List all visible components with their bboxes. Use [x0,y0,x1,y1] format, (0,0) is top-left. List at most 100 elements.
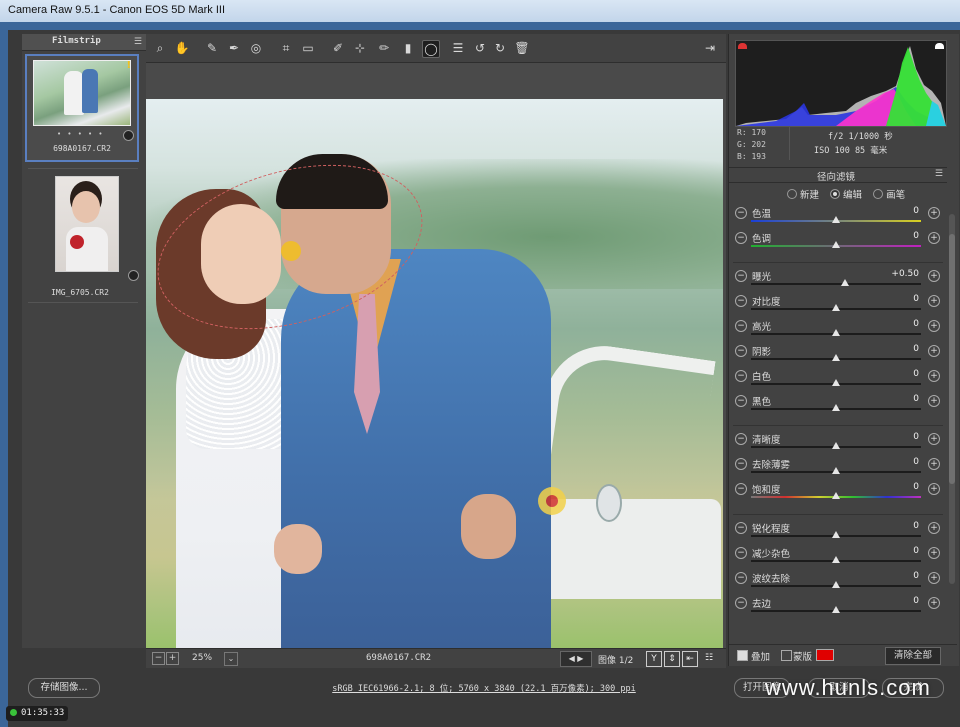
plus-icon[interactable]: + [928,522,940,534]
slider-thumb[interactable] [832,304,840,311]
slider-thumb[interactable] [832,216,840,223]
slider-value[interactable]: 0 [879,369,919,379]
minus-icon[interactable]: − [735,320,747,332]
minus-icon[interactable]: − [735,295,747,307]
scrollbar-thumb[interactable] [949,234,955,484]
fullscreen-icon[interactable]: ⇥ [702,40,718,56]
color-sampler-icon[interactable]: ✒ [226,40,242,56]
plus-icon[interactable]: + [928,232,940,244]
toggle-settings-icon[interactable]: ☷ [702,651,716,665]
zoom-icon[interactable]: ⌕ [152,40,168,56]
slider-value[interactable]: +0.50 [879,269,919,279]
image-nav-buttons[interactable]: ◀ ▶ [560,651,592,667]
plus-icon[interactable]: + [928,207,940,219]
slider-value[interactable]: 0 [879,319,919,329]
rotate-ccw-icon[interactable]: ↺ [472,40,488,56]
radial-filter-pin[interactable] [281,241,301,261]
slider-value[interactable]: 0 [879,482,919,492]
zoom-out-button[interactable]: − [152,652,165,665]
slider-thumb[interactable] [832,404,840,411]
slider-value[interactable]: 0 [879,231,919,241]
mode-edit-label[interactable]: 编辑 [843,190,862,201]
slider-thumb[interactable] [832,606,840,613]
graduated-filter-icon[interactable]: ▮ [400,40,416,56]
plus-icon[interactable]: + [928,547,940,559]
slider-value[interactable]: 0 [879,344,919,354]
slider-value[interactable]: 0 [879,596,919,606]
mask-color-swatch[interactable] [816,649,834,661]
slider-value[interactable]: 0 [879,294,919,304]
slider-thumb[interactable] [832,492,840,499]
minus-icon[interactable]: − [735,232,747,244]
chevron-down-icon[interactable]: ⌄ [224,652,238,666]
plus-icon[interactable]: + [928,270,940,282]
zoom-in-button[interactable]: + [166,652,179,665]
minus-icon[interactable]: − [735,483,747,495]
plus-icon[interactable]: + [928,433,940,445]
minus-icon[interactable]: − [735,572,747,584]
hand-icon[interactable]: ✋ [174,40,190,56]
radio-new[interactable] [787,189,797,199]
crop-icon[interactable]: ⌗ [278,40,294,56]
straighten-icon[interactable]: ▭ [300,40,316,56]
slider-thumb[interactable] [832,581,840,588]
minus-icon[interactable]: − [735,207,747,219]
slider-thumb[interactable] [832,531,840,538]
minus-icon[interactable]: − [735,433,747,445]
filmstrip-item-1[interactable]: ! • • • • • 698A0167.CR2 [25,54,139,162]
red-eye-icon[interactable]: ⊹ [352,40,368,56]
before-after-icon[interactable]: Y [646,651,662,667]
slider-track[interactable] [751,283,921,285]
slider-thumb[interactable] [832,467,840,474]
slider-thumb[interactable] [832,329,840,336]
plus-icon[interactable]: + [928,597,940,609]
plus-icon[interactable]: + [928,458,940,470]
mask-checkbox[interactable] [781,650,792,661]
filmstrip-menu-icon[interactable]: ☰ [134,37,142,47]
radio-brush[interactable] [873,189,884,199]
preview-image[interactable] [146,99,723,674]
slider-thumb[interactable] [832,241,840,248]
plus-icon[interactable]: + [928,572,940,584]
plus-icon[interactable]: + [928,483,940,495]
slider-value[interactable]: 0 [879,206,919,216]
highlight-clipping-icon[interactable] [935,43,944,49]
slider-thumb[interactable] [840,279,849,286]
star-rating[interactable]: • • • • • [57,130,105,138]
overlay-checkbox[interactable] [737,650,748,661]
slider-thumb[interactable] [832,354,840,361]
shadow-clipping-icon[interactable] [738,43,747,49]
swap-settings-icon[interactable]: ⇕ [664,651,680,667]
radio-edit[interactable] [830,189,841,199]
plus-icon[interactable]: + [928,295,940,307]
radial-filter-pin[interactable] [538,487,566,515]
minus-icon[interactable]: − [735,345,747,357]
trash-icon[interactable]: 🗑 [514,40,530,56]
mode-brush-label[interactable]: 画笔 [886,190,905,201]
radial-filter-icon[interactable]: ◯ [422,40,440,58]
minus-icon[interactable]: − [735,522,747,534]
mode-new-label[interactable]: 新建 [800,190,819,201]
rotate-cw-icon[interactable]: ↻ [492,40,508,56]
plus-icon[interactable]: + [928,345,940,357]
slider-thumb[interactable] [832,379,840,386]
white-balance-icon[interactable]: ✎ [204,40,220,56]
preferences-icon[interactable]: ☰ [450,40,466,56]
slider-value[interactable]: 0 [879,546,919,556]
plus-icon[interactable]: + [928,370,940,382]
minus-icon[interactable]: − [735,597,747,609]
minus-icon[interactable]: − [735,547,747,559]
adjustment-brush-icon[interactable]: ✏ [376,40,392,56]
minus-icon[interactable]: − [735,458,747,470]
filmstrip-item-2[interactable] [55,176,119,272]
plus-icon[interactable]: + [928,395,940,407]
copy-settings-icon[interactable]: ⇤ [682,651,698,667]
slider-value[interactable]: 0 [879,521,919,531]
minus-icon[interactable]: − [735,370,747,382]
minus-icon[interactable]: − [735,270,747,282]
plus-icon[interactable]: + [928,320,940,332]
slider-value[interactable]: 0 [879,394,919,404]
spot-removal-icon[interactable]: ✐ [330,40,346,56]
target-adjust-icon[interactable]: ◎ [248,40,264,56]
slider-value[interactable]: 0 [879,457,919,467]
